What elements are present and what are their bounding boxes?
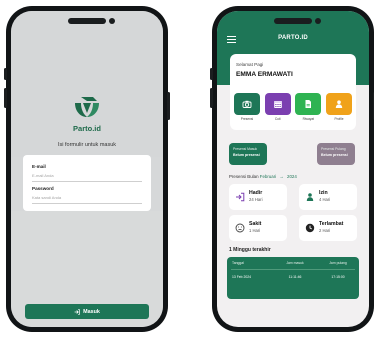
menu-label: Riwayat <box>302 116 314 121</box>
clock-icon <box>305 223 315 233</box>
email-label: E-mail <box>32 164 46 169</box>
menu-label: Profile <box>334 116 344 121</box>
presensi-row: Presensi Masuk Belum presensi Presensi P… <box>229 143 357 165</box>
login-subtitle: Isi formulir untuk masuk <box>57 142 117 148</box>
table-cell: 17:15:00 <box>331 275 345 279</box>
table-header-cell: Jam masuk <box>286 261 304 265</box>
menu-tile <box>295 93 322 115</box>
menu-item-riwayat[interactable]: Riwayat <box>295 93 322 121</box>
phone-side-button <box>4 88 7 108</box>
stat-hadir: Hadir 24 Hari <box>229 184 287 210</box>
camera-icon <box>242 100 252 108</box>
person-icon <box>335 100 343 108</box>
password-label: Password <box>32 186 54 191</box>
sad-face-icon <box>235 223 245 233</box>
stat-title: Hadir <box>249 190 263 196</box>
login-button[interactable]: Masuk <box>25 304 149 319</box>
stat-sakit: Sakit 1 Hari <box>229 215 287 241</box>
stat-title: Izin <box>319 190 328 196</box>
presensi-pulang-card[interactable]: Presensi Pulang Belum presensi <box>317 143 355 165</box>
table-cell: 11:11:46 <box>288 275 302 279</box>
calendar-icon <box>273 101 282 108</box>
stat-izin: Izin 4 Hari <box>299 184 357 210</box>
stat-value: 4 Hari <box>319 197 331 202</box>
stat-title: Sakit <box>249 221 262 227</box>
table-header-cell: Tanggal <box>232 261 244 265</box>
menu-label: Cuti <box>274 116 281 121</box>
menu-item-presensi[interactable]: Presensi <box>234 93 260 121</box>
table-cell: 13 Feb 2024 <box>232 275 252 279</box>
phone-side-button <box>210 88 213 108</box>
menu-tile <box>264 93 291 115</box>
table-divider <box>231 269 355 270</box>
table-row: 13 Feb 2024 11:11:46 17:15:00 <box>227 275 359 279</box>
month-selector: Presensi Bulan Februari → 2024 <box>229 174 297 179</box>
month-prefix: Presensi Bulan <box>229 174 259 179</box>
login-button-label: Masuk <box>83 308 100 315</box>
password-field[interactable]: Kata sandi Anda <box>32 195 142 200</box>
menu-item-profile[interactable]: Profile <box>325 93 352 121</box>
greeting: Selamat Pagi <box>236 62 264 67</box>
document-icon <box>305 100 312 108</box>
phone-side-button <box>167 92 170 120</box>
phone-side-button <box>4 68 7 80</box>
notch <box>68 18 115 24</box>
notch <box>274 18 321 24</box>
arrow-right-icon: → <box>279 174 284 179</box>
dashboard-screen: PARTO.ID Selamat Pagi EMMA ERMAWATI Pres… <box>217 11 369 327</box>
presensi-masuk-title: Presensi Masuk <box>233 147 258 151</box>
menu-label: Presensi <box>240 116 254 121</box>
email-field[interactable]: E-mail Anda <box>32 173 142 178</box>
presensi-masuk-card[interactable]: Presensi Masuk Belum presensi <box>229 143 267 165</box>
stat-value: 1 Hari <box>249 228 261 233</box>
week-title: 1 Minggu terakhir <box>229 247 271 253</box>
attendance-table: Tanggal Jam masuk Jam pulang 13 Feb 2024… <box>227 257 359 299</box>
login-backdrop <box>11 11 163 157</box>
stat-terlambat: Terlambat 2 Hari <box>299 215 357 241</box>
presensi-pulang-value: Belum presensi <box>321 153 348 157</box>
menu-item-cuti[interactable]: Cuti <box>264 93 291 121</box>
presensi-masuk-value: Belum presensi <box>233 153 260 157</box>
menu-row: Presensi Cuti Riwayat Profile <box>234 93 352 121</box>
login-icon <box>236 192 245 202</box>
phone-login: Parto.id Isi formulir untuk masuk E-mail… <box>4 6 170 332</box>
stat-value: 2 Hari <box>319 228 331 233</box>
phone-side-button <box>210 68 213 80</box>
profile-card: Selamat Pagi EMMA ERMAWATI Presensi Cuti… <box>230 54 356 130</box>
table-header: Tanggal Jam masuk Jam pulang <box>227 261 359 265</box>
menu-tile <box>234 93 260 115</box>
phone-dashboard: PARTO.ID Selamat Pagi EMMA ERMAWATI Pres… <box>210 6 374 332</box>
login-arrow-icon <box>74 308 80 315</box>
month-dropdown[interactable]: Februari <box>260 174 276 179</box>
password-underline <box>32 203 142 204</box>
stat-title: Terlambat <box>319 221 344 227</box>
stage: Parto.id Isi formulir untuk masuk E-mail… <box>0 0 374 338</box>
login-screen: Parto.id Isi formulir untuk masuk E-mail… <box>11 11 163 327</box>
presensi-pulang-title: Presensi Pulang <box>321 147 346 151</box>
menu-tile <box>325 93 352 115</box>
stat-value: 24 Hari <box>249 197 263 202</box>
app-title: PARTO.ID <box>278 35 308 41</box>
brand-name: Parto.id <box>73 124 101 133</box>
table-header-cell: Jam pulang <box>329 261 347 265</box>
user-name: EMMA ERMAWATI <box>236 71 293 78</box>
parto-logo-icon <box>75 97 99 117</box>
year-dropdown[interactable]: 2024 <box>287 174 297 179</box>
email-underline <box>32 181 142 182</box>
login-form: E-mail E-mail Anda Password Kata sandi A… <box>23 155 151 211</box>
person-icon <box>306 193 314 201</box>
brand-logo: Parto.id <box>11 95 163 133</box>
